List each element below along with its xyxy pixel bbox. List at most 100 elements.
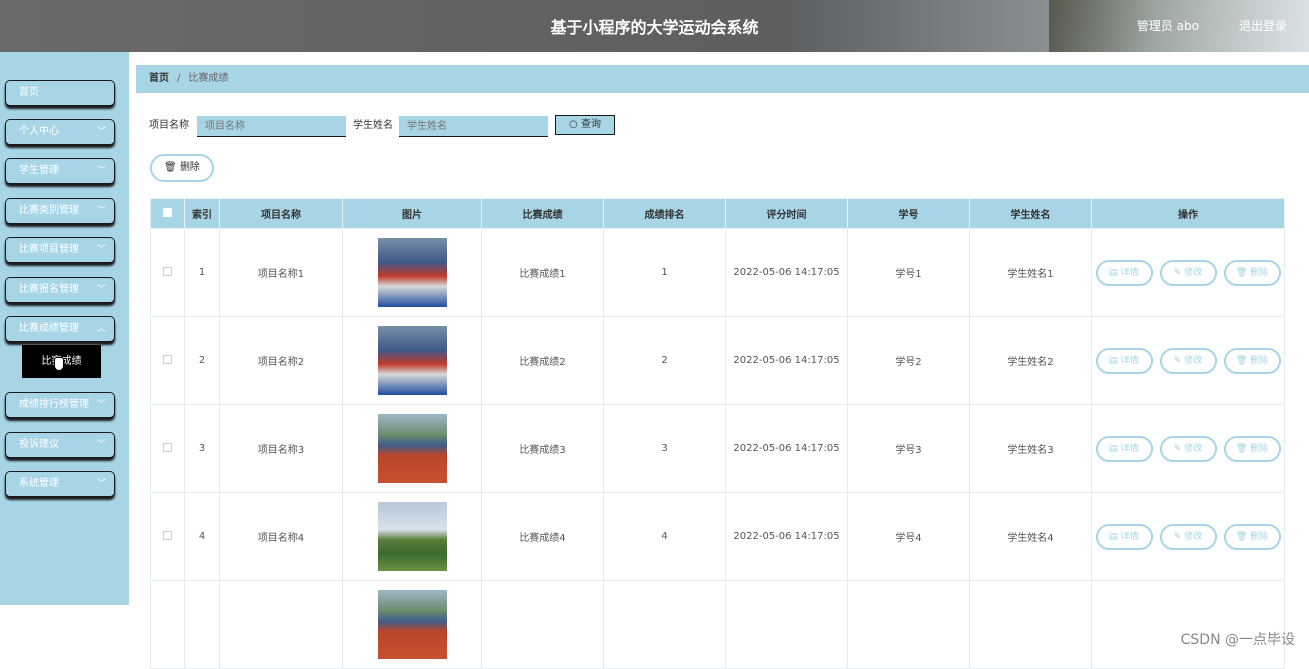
query-button[interactable]: ○ 查询 bbox=[555, 115, 615, 135]
sidebar-item-registration-management[interactable]: 比赛报名管理 ﹀ bbox=[5, 277, 115, 303]
edit-button-label: 修改 bbox=[1184, 267, 1203, 278]
sidebar-item-project-management[interactable]: 比赛项目管理 ﹀ bbox=[5, 237, 115, 263]
cell-image bbox=[342, 580, 482, 669]
column-header: 学号 bbox=[847, 198, 970, 229]
watermark: CSDN @一点毕设 bbox=[1180, 632, 1295, 648]
cell-index: 3 bbox=[184, 404, 220, 493]
sidebar-item-score-management[interactable]: 比赛成绩管理 ︿ bbox=[5, 316, 115, 342]
athlete-photo[interactable] bbox=[377, 238, 447, 307]
sidebar-item-home[interactable]: 首页 bbox=[5, 80, 115, 106]
cell-actions: ▤ 详情 ✎ 修改 🗑 删除 bbox=[1091, 316, 1285, 405]
delete-row-button-label: 删除 bbox=[1250, 355, 1269, 366]
detail-button-label: 详情 bbox=[1120, 531, 1139, 542]
edit-button[interactable]: ✎ 修改 bbox=[1159, 523, 1217, 550]
pencil-icon: ✎ bbox=[1173, 355, 1182, 366]
search-icon: ○ bbox=[569, 119, 578, 130]
delete-row-button[interactable]: 🗑 删除 bbox=[1223, 347, 1281, 374]
trash-icon: 🗑 bbox=[164, 162, 177, 173]
sidebar-item-personal-center[interactable]: 个人中心 ﹀ bbox=[5, 119, 115, 145]
cell-student-name: 学生姓名1 bbox=[969, 228, 1092, 317]
batch-delete-button[interactable]: 🗑 删除 bbox=[150, 154, 214, 182]
sidebar-item-ranking-management[interactable]: 成绩排行榜管理 ﹀ bbox=[5, 392, 115, 418]
row-checkbox[interactable] bbox=[163, 266, 172, 276]
athlete-photo[interactable] bbox=[377, 502, 447, 571]
delete-row-button[interactable]: 🗑 删除 bbox=[1223, 523, 1281, 550]
chevron-down-icon: ﹀ bbox=[96, 400, 106, 410]
detail-button[interactable]: ▤ 详情 bbox=[1095, 347, 1153, 374]
chevron-up-icon: ︿ bbox=[96, 324, 106, 334]
chevron-down-icon: ﹀ bbox=[96, 479, 106, 489]
cell-student-id: 学号2 bbox=[847, 316, 970, 405]
edit-button[interactable]: ✎ 修改 bbox=[1159, 259, 1217, 286]
sidebar-item-complaints[interactable]: 投诉建议 ﹀ bbox=[5, 432, 115, 458]
row-checkbox[interactable] bbox=[163, 354, 172, 364]
select-all-checkbox[interactable] bbox=[163, 207, 172, 217]
sidebar-item-label: 首页 bbox=[19, 87, 39, 98]
cell-time: 2022-05-06 14:17:05 bbox=[725, 404, 848, 493]
cell-student-name: 学生姓名4 bbox=[969, 492, 1092, 581]
athlete-photo[interactable] bbox=[377, 590, 447, 659]
column-header: 成绩排名 bbox=[603, 198, 726, 229]
trash-icon: 🗑 bbox=[1235, 355, 1248, 366]
detail-button[interactable]: ▤ 详情 bbox=[1095, 523, 1153, 550]
row-select-cell[interactable] bbox=[150, 228, 185, 317]
select-all-header[interactable] bbox=[150, 198, 185, 229]
cell-image bbox=[342, 404, 482, 493]
cell-student-id: 学号1 bbox=[847, 228, 970, 317]
sidebar-item-label: 比赛成绩管理 bbox=[19, 323, 79, 334]
breadcrumb-home[interactable]: 首页 bbox=[149, 73, 169, 84]
query-button-label: 查询 bbox=[580, 119, 601, 130]
table-row: 2 项目名称2 比赛成绩2 2 2022-05-06 14:17:05 学号2 学生姓名2 ▤… bbox=[150, 316, 1285, 405]
breadcrumb-current: 比赛成绩 bbox=[188, 73, 229, 84]
table-row: 1 项目名称1 比赛成绩1 1 2022-05-06 14:17:05 学号1 学生姓名1 ▤… bbox=[150, 228, 1285, 317]
delete-row-button[interactable]: 🗑 删除 bbox=[1223, 435, 1281, 462]
document-icon: ▤ bbox=[1109, 355, 1118, 366]
row-select-cell[interactable] bbox=[150, 404, 185, 493]
detail-button-label: 详情 bbox=[1120, 355, 1139, 366]
cell-index: 2 bbox=[184, 316, 220, 405]
sidebar-item-label: 系统管理 bbox=[19, 478, 59, 489]
detail-button[interactable]: ▤ 详情 bbox=[1095, 435, 1153, 462]
table-row bbox=[150, 580, 1285, 669]
cell-time: 2022-05-06 14:17:05 bbox=[725, 492, 848, 581]
cell-image bbox=[342, 492, 482, 581]
project-name-input[interactable] bbox=[197, 116, 346, 137]
column-header: 比赛成绩 bbox=[481, 198, 604, 229]
edit-button[interactable]: ✎ 修改 bbox=[1159, 347, 1217, 374]
cell-student-id: 学号4 bbox=[847, 492, 970, 581]
cell-image bbox=[342, 228, 482, 317]
sidebar-item-category-management[interactable]: 比赛类别管理 ﹀ bbox=[5, 198, 115, 224]
sidebar-item-system-management[interactable]: 系统管理 ﹀ bbox=[5, 471, 115, 497]
column-header: 索引 bbox=[184, 198, 220, 229]
athlete-photo[interactable] bbox=[377, 414, 447, 483]
cell-student-name: 学生姓名2 bbox=[969, 316, 1092, 405]
sidebar-item-student-management[interactable]: 学生管理 ﹀ bbox=[5, 158, 115, 184]
edit-button-label: 修改 bbox=[1184, 355, 1203, 366]
cell-score: 比赛成绩3 bbox=[481, 404, 604, 493]
pencil-icon: ✎ bbox=[1173, 267, 1182, 278]
column-header: 评分时间 bbox=[725, 198, 848, 229]
cell-student-name: 学生姓名3 bbox=[969, 404, 1092, 493]
row-select-cell[interactable] bbox=[150, 316, 185, 405]
chevron-down-icon: ﹀ bbox=[96, 440, 106, 450]
logout-link[interactable]: 退出登录 bbox=[1239, 17, 1287, 34]
cell-project-name: 项目名称2 bbox=[219, 316, 343, 405]
pencil-icon: ✎ bbox=[1173, 443, 1182, 454]
sidebar-item-label: 个人中心 bbox=[19, 126, 59, 137]
cell-score: 比赛成绩4 bbox=[481, 492, 604, 581]
student-name-input[interactable] bbox=[399, 116, 548, 137]
row-checkbox[interactable] bbox=[163, 442, 172, 452]
athlete-photo[interactable] bbox=[377, 326, 447, 395]
cell-project-name: 项目名称3 bbox=[219, 404, 343, 493]
document-icon: ▤ bbox=[1109, 267, 1118, 278]
document-icon: ▤ bbox=[1109, 531, 1118, 542]
detail-button[interactable]: ▤ 详情 bbox=[1095, 259, 1153, 286]
chevron-down-icon: ﹀ bbox=[96, 127, 106, 137]
row-checkbox[interactable] bbox=[163, 530, 172, 540]
top-header: 基于小程序的大学运动会系统 管理员 abo 退出登录 bbox=[0, 0, 1309, 52]
row-select-cell[interactable] bbox=[150, 492, 185, 581]
cell-rank: 2 bbox=[603, 316, 726, 405]
edit-button[interactable]: ✎ 修改 bbox=[1159, 435, 1217, 462]
delete-row-button[interactable]: 🗑 删除 bbox=[1223, 259, 1281, 286]
project-name-label: 项目名称 bbox=[149, 120, 189, 131]
